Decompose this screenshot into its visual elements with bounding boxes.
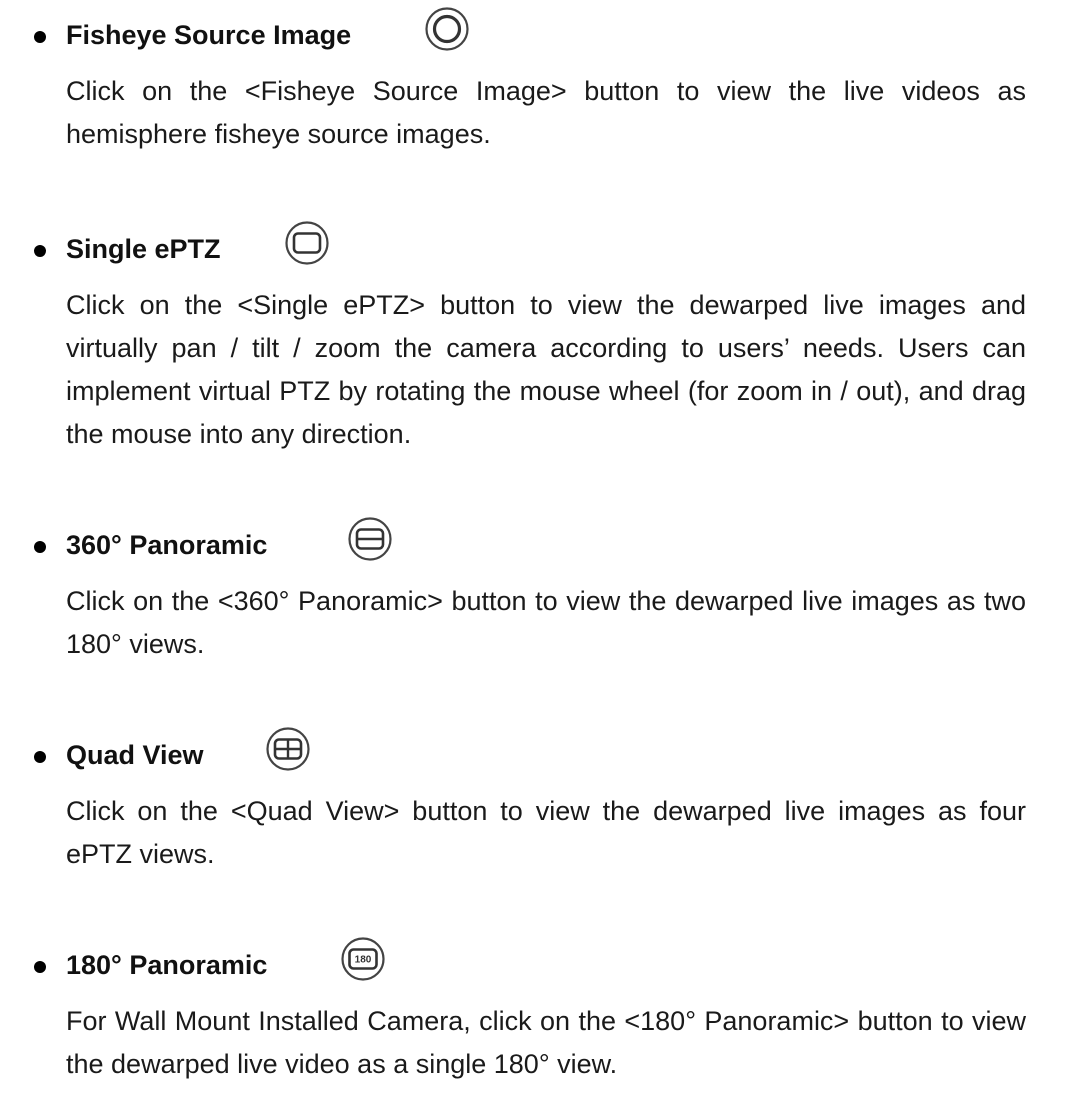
section-title: 180° Panoramic xyxy=(66,950,268,980)
section-quad-view: Quad View Click on the <Quad View> butto… xyxy=(0,720,1072,869)
bullet-point xyxy=(34,961,46,973)
single-eptz-icon[interactable] xyxy=(284,220,330,266)
bullet-point xyxy=(34,751,46,763)
section-heading: 180° Panoramic 180 xyxy=(0,930,1072,1000)
section-heading: Fisheye Source Image xyxy=(0,0,1072,70)
panoramic-360-icon[interactable] xyxy=(347,516,393,562)
section-180-panoramic: 180° Panoramic 180 For Wall Mount Instal… xyxy=(0,930,1072,1079)
section-fisheye-source-image: Fisheye Source Image Click on the <Fishe… xyxy=(0,0,1072,149)
section-title: Single ePTZ xyxy=(66,234,221,264)
section-description: Click on the <Quad View> button to view … xyxy=(66,796,1026,869)
section-description: For Wall Mount Installed Camera, click o… xyxy=(66,1006,1026,1079)
section-title: Fisheye Source Image xyxy=(66,20,352,50)
section-title: 360° Panoramic xyxy=(66,530,268,560)
section-heading: 360° Panoramic xyxy=(0,510,1072,580)
fisheye-source-icon[interactable] xyxy=(424,6,470,52)
bullet-point xyxy=(34,31,46,43)
bullet-point xyxy=(34,541,46,553)
section-description: Click on the <360° Panoramic> button to … xyxy=(66,586,1026,659)
section-heading: Quad View xyxy=(0,720,1072,790)
section-description: Click on the <Single ePTZ> button to vie… xyxy=(66,290,1026,449)
panoramic-180-icon[interactable]: 180 xyxy=(340,936,386,982)
panoramic-180-icon-label: 180 xyxy=(355,955,372,966)
section-360-panoramic: 360° Panoramic Click on the <360° Panora… xyxy=(0,510,1072,659)
bullet-point xyxy=(34,245,46,257)
section-description: Click on the <Fisheye Source Image> butt… xyxy=(66,76,1026,149)
section-single-eptz: Single ePTZ Click on the <Single ePTZ> b… xyxy=(0,214,1072,449)
section-heading: Single ePTZ xyxy=(0,214,1072,284)
quad-view-icon[interactable] xyxy=(265,726,311,772)
section-title: Quad View xyxy=(66,740,204,770)
